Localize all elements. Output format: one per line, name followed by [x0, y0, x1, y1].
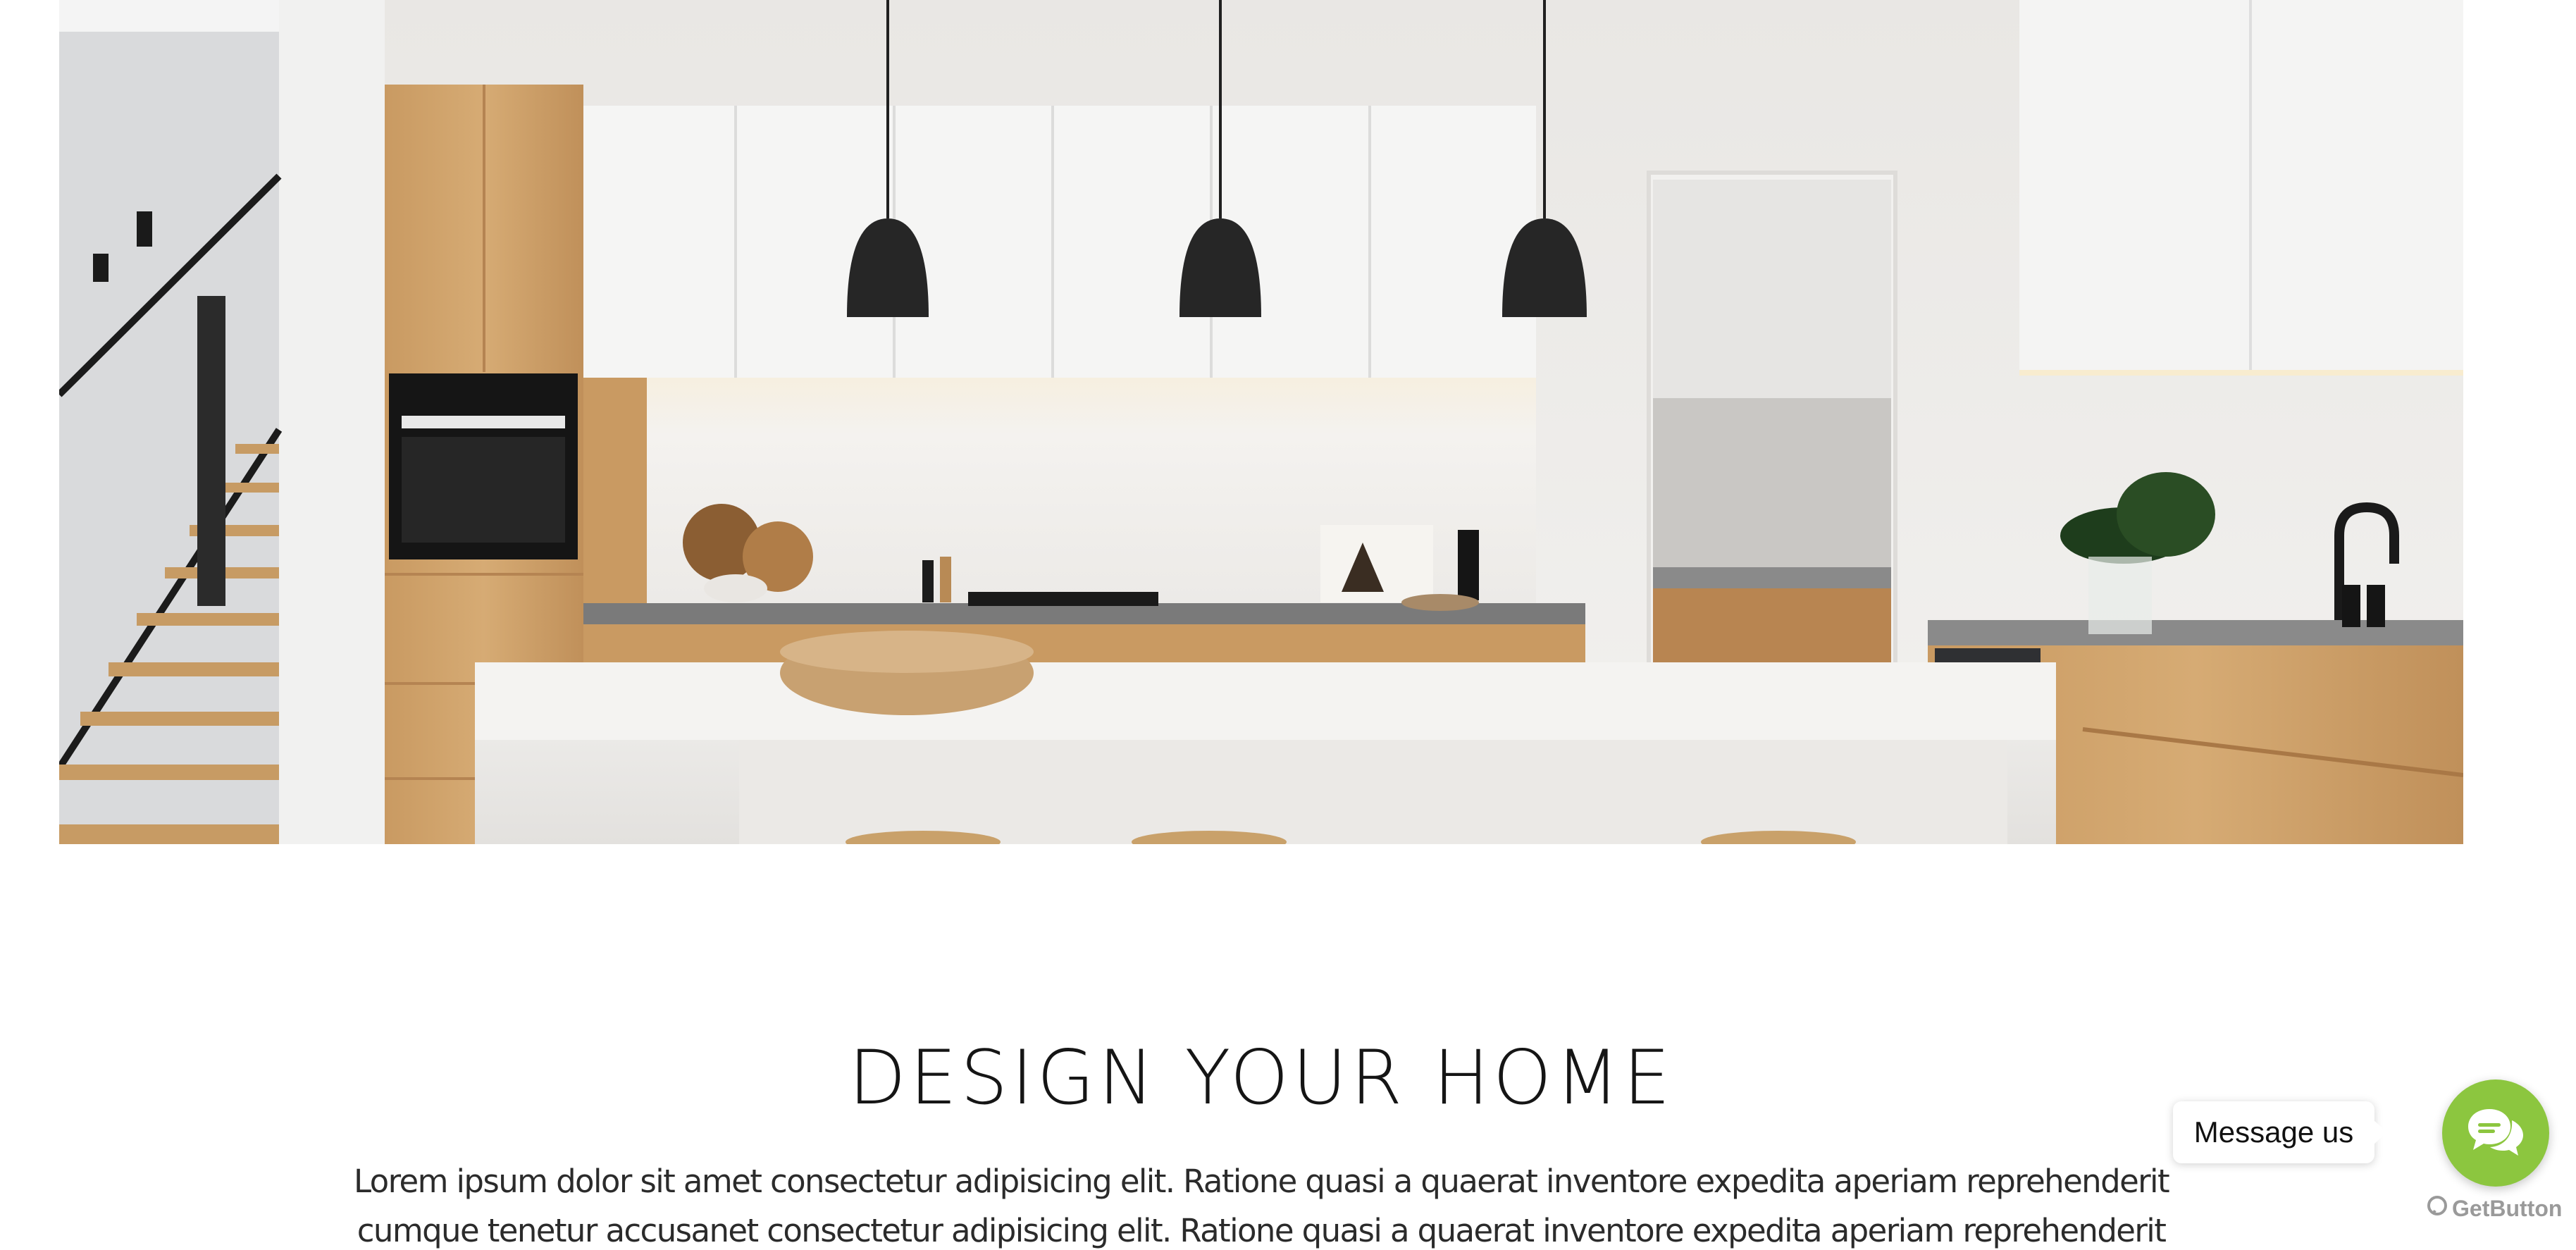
hero-image	[59, 0, 2463, 844]
getbutton-label: GetButton	[2452, 1195, 2563, 1221]
getbutton-logo-icon	[2427, 1195, 2448, 1222]
chat-button[interactable]	[2442, 1079, 2549, 1187]
getbutton-brand[interactable]: GetButton	[2427, 1195, 2562, 1222]
chat-bubbles-icon	[2465, 1105, 2526, 1161]
page: DESIGN YOUR HOME Lorem ipsum dolor sit a…	[0, 0, 2576, 1250]
section-description: Lorem ipsum dolor sit amet consectetur a…	[211, 1157, 2311, 1250]
message-us-tooltip[interactable]: Message us	[2173, 1101, 2387, 1163]
message-us-label: Message us	[2193, 1115, 2354, 1149]
section-title: DESIGN YOUR HOME	[848, 1034, 1674, 1121]
section-description-line-2: cumque tenetur accusanet consectetur adi…	[357, 1212, 2167, 1249]
section-description-line-1: Lorem ipsum dolor sit amet consectetur a…	[353, 1163, 2170, 1200]
